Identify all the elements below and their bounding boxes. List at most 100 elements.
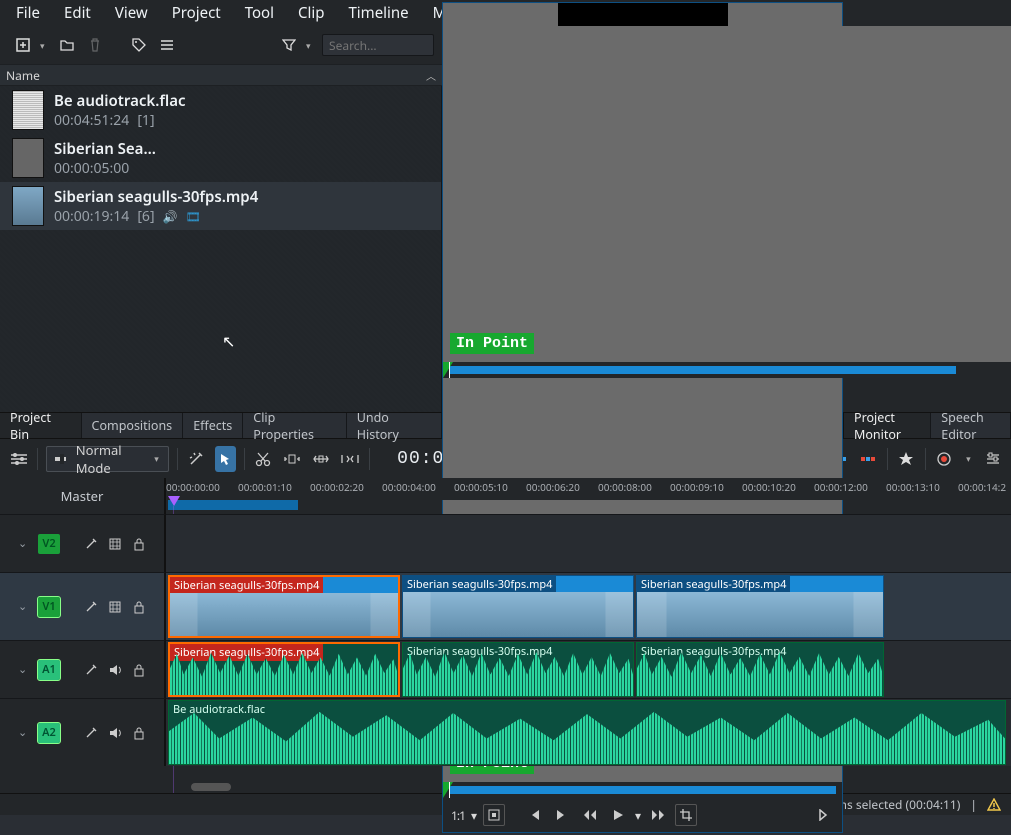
- menu-timeline[interactable]: Timeline: [336, 0, 420, 26]
- collapse-track-icon[interactable]: ⌄: [18, 662, 32, 677]
- track-tag[interactable]: A2: [38, 723, 60, 743]
- rewind-icon[interactable]: [579, 804, 601, 826]
- project-monitor-ruler[interactable]: [443, 362, 1011, 378]
- play-icon[interactable]: [607, 804, 629, 826]
- track-head-a1[interactable]: ⌄ A1: [0, 640, 166, 698]
- in-point-label: In Point: [450, 333, 534, 354]
- playhead-icon[interactable]: [168, 496, 180, 506]
- tab-project-bin[interactable]: Project Bin: [0, 413, 82, 438]
- record-icon[interactable]: [934, 446, 955, 472]
- delete-clip-icon: [84, 34, 106, 56]
- timeline-scrollbar[interactable]: [191, 783, 231, 791]
- track-lane-a1[interactable]: Siberian seagulls-30fps.mp4Siberian seag…: [166, 640, 1011, 698]
- filter-icon[interactable]: [278, 34, 300, 56]
- play-dropdown-icon[interactable]: ▾: [635, 807, 641, 824]
- collapse-track-icon[interactable]: ⌄: [18, 599, 32, 614]
- go-end-icon[interactable]: [551, 804, 573, 826]
- bin-list[interactable]: Be audiotrack.flac 00:04:51:24 [1] Siber…: [0, 86, 442, 412]
- magic-wand-icon[interactable]: [186, 446, 207, 472]
- bin-item[interactable]: Siberian Sea... 00:00:05:00: [0, 134, 441, 182]
- bin-column-header[interactable]: Name ︿: [0, 64, 442, 86]
- track-head-a2[interactable]: ⌄ A2: [0, 698, 166, 766]
- bin-name-header: Name: [6, 67, 40, 84]
- lock-icon[interactable]: [130, 535, 148, 553]
- tab-clip-props[interactable]: Clip Properties: [243, 413, 346, 438]
- master-label[interactable]: Master: [0, 478, 166, 514]
- tab-compositions[interactable]: Compositions: [82, 413, 184, 438]
- track-tag[interactable]: V2: [38, 534, 60, 554]
- record-dropdown-icon[interactable]: ▾: [963, 452, 974, 465]
- cut-icon[interactable]: [253, 446, 274, 472]
- add-folder-icon[interactable]: [56, 34, 78, 56]
- video-clip[interactable]: Siberian seagulls-30fps.mp4: [636, 575, 884, 638]
- tab-effects[interactable]: Effects: [183, 413, 243, 438]
- audio-clip[interactable]: Siberian seagulls-30fps.mp4: [402, 642, 634, 697]
- menu-file[interactable]: File: [4, 0, 52, 26]
- timeline-canvas[interactable]: 00:00:00:0000:00:01:1000:00:02:2000:00:0…: [166, 478, 1011, 793]
- spacer-tool-icon[interactable]: [282, 446, 303, 472]
- track-tag[interactable]: V1: [38, 597, 60, 617]
- menu-clip[interactable]: Clip: [286, 0, 336, 26]
- menu-view[interactable]: View: [103, 0, 160, 26]
- edit-mode-label: Normal Mode: [76, 441, 141, 477]
- bin-item-duration: 00:00:19:14: [54, 207, 129, 226]
- collapse-track-icon[interactable]: ⌄: [18, 725, 32, 740]
- lock-icon[interactable]: [130, 598, 148, 616]
- add-clip-icon[interactable]: [12, 34, 34, 56]
- fx-icon[interactable]: [82, 598, 100, 616]
- collapse-track-icon[interactable]: ⌄: [18, 536, 32, 551]
- audio-clip[interactable]: Siberian seagulls-30fps.mp4: [168, 642, 400, 697]
- tab-speech-editor[interactable]: Speech Editor: [931, 413, 1011, 438]
- audio-clip[interactable]: Be audiotrack.flac: [168, 700, 1006, 765]
- warning-icon[interactable]: [987, 798, 1001, 812]
- next-icon[interactable]: [812, 804, 834, 826]
- timeline-ruler[interactable]: 00:00:00:0000:00:01:1000:00:02:2000:00:0…: [166, 478, 1011, 500]
- menu-tool[interactable]: Tool: [233, 0, 286, 26]
- bin-item[interactable]: Be audiotrack.flac 00:04:51:24 [1]: [0, 86, 441, 134]
- speaker-icon[interactable]: [106, 724, 124, 742]
- film-icon[interactable]: [106, 598, 124, 616]
- marker-insert-icon[interactable]: [858, 446, 879, 472]
- track-lane-a2[interactable]: Be audiotrack.flac: [166, 698, 1011, 766]
- lock-icon[interactable]: [130, 724, 148, 742]
- fx-icon[interactable]: [82, 661, 100, 679]
- favorite-icon[interactable]: [896, 446, 917, 472]
- zoom-ratio[interactable]: 1:1: [451, 807, 465, 824]
- track-tag[interactable]: A1: [38, 660, 60, 680]
- go-start-icon[interactable]: [523, 804, 545, 826]
- tab-project-monitor[interactable]: Project Monitor: [844, 413, 931, 438]
- crop-icon[interactable]: [675, 804, 697, 826]
- track-head-v1[interactable]: ⌄ V1: [0, 572, 166, 640]
- settings-bars-icon[interactable]: [982, 446, 1003, 472]
- fit-icon[interactable]: [483, 804, 505, 826]
- menu-icon[interactable]: [156, 34, 178, 56]
- track-head-v2[interactable]: ⌄ V2: [0, 514, 166, 572]
- speaker-icon[interactable]: [106, 661, 124, 679]
- bin-item[interactable]: Siberian seagulls-30fps.mp4 00:00:19:14 …: [0, 182, 441, 230]
- project-monitor-viewport[interactable]: In Point: [443, 26, 1011, 362]
- filter-dropdown-icon[interactable]: ▾: [306, 39, 316, 52]
- zoom-dropdown-icon[interactable]: ▾: [471, 807, 477, 824]
- add-clip-dropdown-icon[interactable]: ▾: [40, 39, 50, 52]
- fx-icon[interactable]: [82, 724, 100, 742]
- expand-tool-icon[interactable]: [311, 446, 332, 472]
- collapse-icon[interactable]: ︿: [426, 68, 436, 83]
- bin-search-input[interactable]: [322, 34, 434, 56]
- forward-icon[interactable]: [647, 804, 669, 826]
- edit-mode-dropdown[interactable]: Normal Mode ▾: [46, 446, 169, 472]
- fx-icon[interactable]: [82, 535, 100, 553]
- menu-edit[interactable]: Edit: [52, 0, 103, 26]
- contract-tool-icon[interactable]: [340, 446, 361, 472]
- tab-undo-history[interactable]: Undo History: [347, 413, 442, 438]
- track-lane-v1[interactable]: Siberian seagulls-30fps.mp4Siberian seag…: [166, 572, 1011, 640]
- lock-icon[interactable]: [130, 661, 148, 679]
- track-compositing-icon[interactable]: [8, 446, 29, 472]
- select-tool-icon[interactable]: [215, 446, 236, 472]
- menu-project[interactable]: Project: [160, 0, 233, 26]
- video-clip[interactable]: Siberian seagulls-30fps.mp4: [402, 575, 634, 638]
- tag-icon[interactable]: [128, 34, 150, 56]
- track-lane-v2[interactable]: [166, 514, 1011, 572]
- video-clip[interactable]: Siberian seagulls-30fps.mp4: [168, 575, 400, 638]
- film-icon[interactable]: [106, 535, 124, 553]
- audio-clip[interactable]: Siberian seagulls-30fps.mp4: [636, 642, 884, 697]
